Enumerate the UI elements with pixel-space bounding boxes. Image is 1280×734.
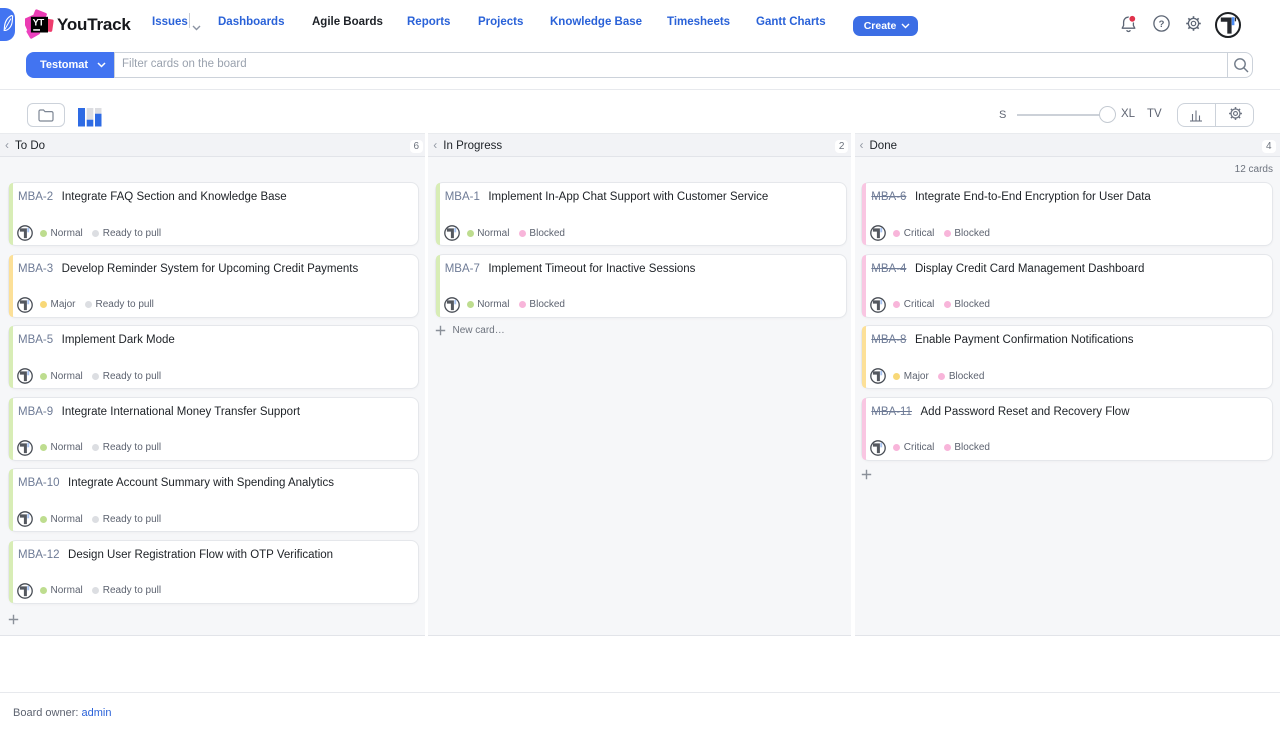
svg-text:?: ? [1159,19,1165,30]
svg-text:YT: YT [33,18,45,29]
